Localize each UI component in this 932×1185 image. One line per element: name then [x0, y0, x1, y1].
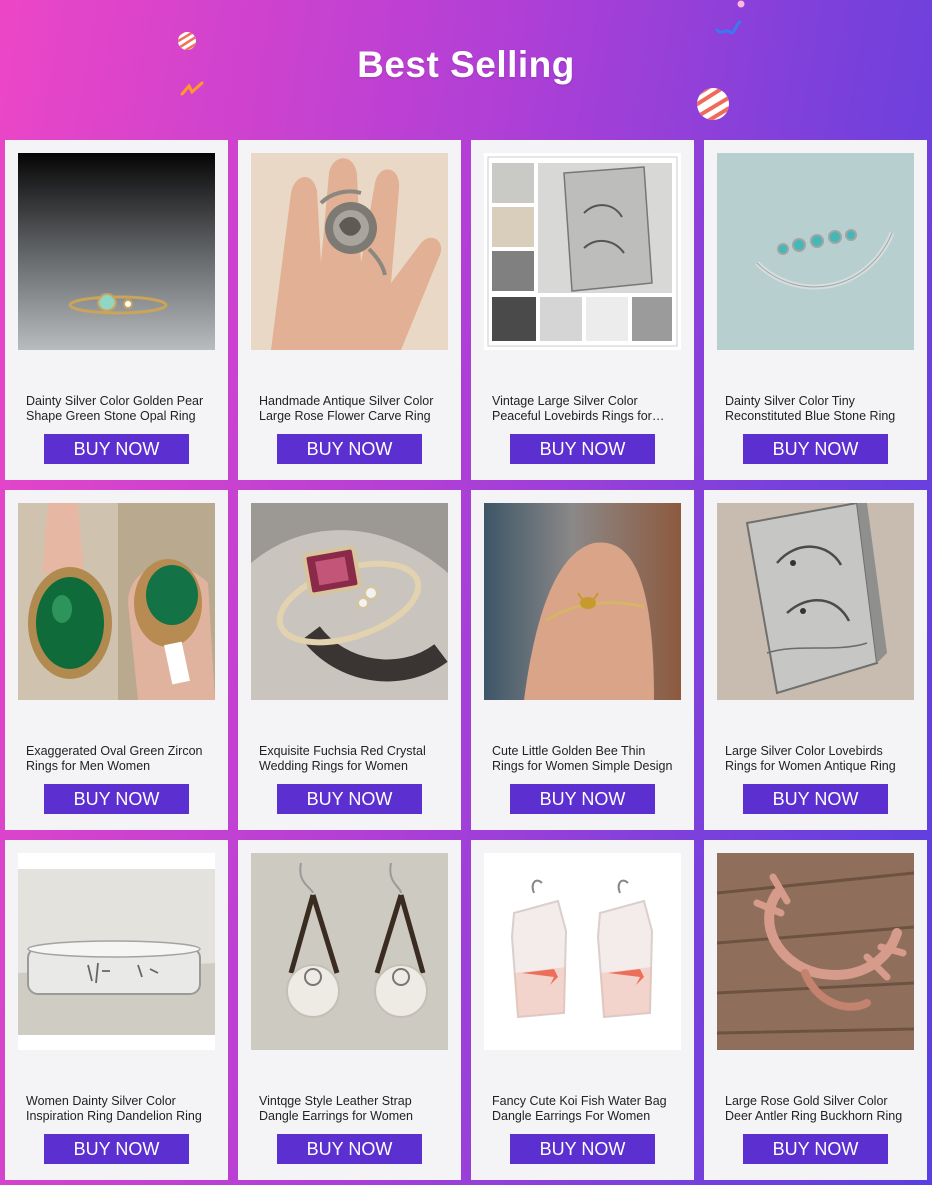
product-card[interactable]: Exaggerated Oval Green Zircon Rings for …: [5, 490, 228, 830]
product-card[interactable]: Women Dainty Silver Color Inspiration Ri…: [5, 840, 228, 1180]
product-image[interactable]: [251, 153, 448, 350]
product-grid: Dainty Silver Color Golden Pear Shape Gr…: [5, 140, 927, 1180]
page-title: Best Selling: [357, 44, 575, 85]
buy-now-button[interactable]: BUY NOW: [44, 784, 189, 814]
product-name[interactable]: Handmade Antique Silver Color Large Rose…: [259, 394, 444, 424]
buy-now-button[interactable]: BUY NOW: [44, 434, 189, 464]
product-name[interactable]: Exquisite Fuchsia Red Crystal Wedding Ri…: [259, 744, 444, 774]
zigzag-confetti-icon: [715, 20, 742, 35]
product-card[interactable]: Dainty Silver Color Golden Pear Shape Gr…: [5, 140, 228, 480]
product-card[interactable]: Vintage Large Silver Color Peaceful Love…: [471, 140, 694, 480]
product-name[interactable]: Dainty Silver Color Golden Pear Shape Gr…: [26, 394, 211, 424]
product-card[interactable]: Large Rose Gold Silver Color Deer Antler…: [704, 840, 927, 1180]
product-card[interactable]: Large Silver Color Lovebirds Rings for W…: [704, 490, 927, 830]
product-image[interactable]: [717, 503, 914, 700]
product-card[interactable]: Vintqge Style Leather Strap Dangle Earri…: [238, 840, 461, 1180]
product-image[interactable]: [484, 853, 681, 1050]
buy-now-button[interactable]: BUY NOW: [743, 1134, 888, 1164]
buy-now-button[interactable]: BUY NOW: [510, 1134, 655, 1164]
product-image[interactable]: [484, 153, 681, 350]
product-image[interactable]: [717, 153, 914, 350]
product-image[interactable]: [251, 853, 448, 1050]
buy-now-button[interactable]: BUY NOW: [44, 1134, 189, 1164]
product-name[interactable]: Women Dainty Silver Color Inspiration Ri…: [26, 1094, 211, 1124]
product-card[interactable]: Exquisite Fuchsia Red Crystal Wedding Ri…: [238, 490, 461, 830]
product-name[interactable]: Dainty Silver Color Tiny Reconstituted B…: [725, 394, 910, 424]
buy-now-button[interactable]: BUY NOW: [743, 784, 888, 814]
product-card[interactable]: Fancy Cute Koi Fish Water Bag Dangle Ear…: [471, 840, 694, 1180]
product-name[interactable]: Large Silver Color Lovebirds Rings for W…: [725, 744, 910, 774]
dot-confetti-icon: [737, 0, 745, 8]
product-image[interactable]: [18, 503, 215, 700]
buy-now-button[interactable]: BUY NOW: [277, 434, 422, 464]
product-name[interactable]: Cute Little Golden Bee Thin Rings for Wo…: [492, 744, 677, 774]
buy-now-button[interactable]: BUY NOW: [277, 1134, 422, 1164]
product-card[interactable]: Dainty Silver Color Tiny Reconstituted B…: [704, 140, 927, 480]
product-card[interactable]: Handmade Antique Silver Color Large Rose…: [238, 140, 461, 480]
striped-ball-icon: [697, 88, 729, 120]
product-name[interactable]: Large Rose Gold Silver Color Deer Antler…: [725, 1094, 910, 1124]
product-image[interactable]: [18, 853, 215, 1050]
product-name[interactable]: Exaggerated Oval Green Zircon Rings for …: [26, 744, 211, 774]
product-name[interactable]: Vintqge Style Leather Strap Dangle Earri…: [259, 1094, 444, 1124]
product-image[interactable]: [18, 153, 215, 350]
product-image[interactable]: [717, 853, 914, 1050]
product-name[interactable]: Fancy Cute Koi Fish Water Bag Dangle Ear…: [492, 1094, 677, 1124]
product-card[interactable]: Cute Little Golden Bee Thin Rings for Wo…: [471, 490, 694, 830]
buy-now-button[interactable]: BUY NOW: [743, 434, 888, 464]
buy-now-button[interactable]: BUY NOW: [277, 784, 422, 814]
product-image[interactable]: [251, 503, 448, 700]
header-banner: Best Selling: [0, 0, 932, 140]
product-image[interactable]: [484, 503, 681, 700]
buy-now-button[interactable]: BUY NOW: [510, 434, 655, 464]
buy-now-button[interactable]: BUY NOW: [510, 784, 655, 814]
product-name[interactable]: Vintage Large Silver Color Peaceful Love…: [492, 394, 677, 424]
